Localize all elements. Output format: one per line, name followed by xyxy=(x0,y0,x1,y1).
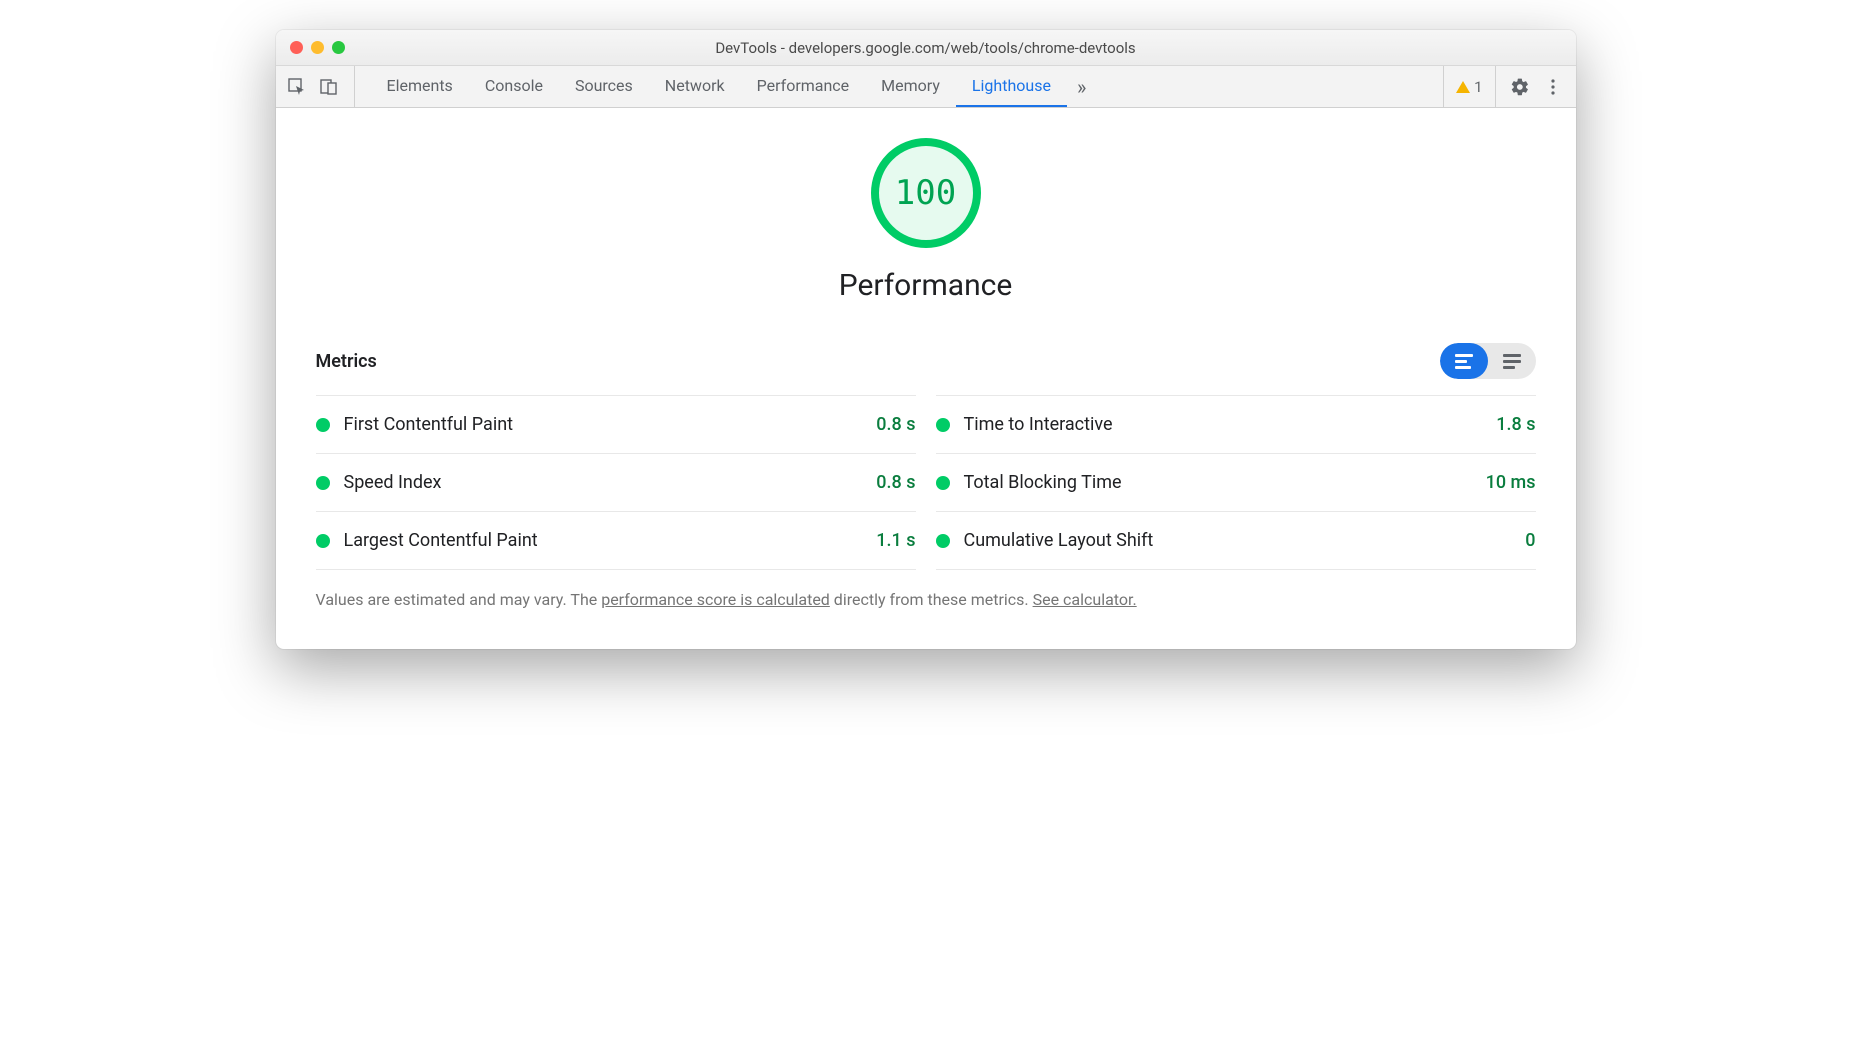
more-icon[interactable] xyxy=(1544,78,1562,96)
metric-row: Time to Interactive 1.8 s xyxy=(936,395,1536,453)
metric-row: Cumulative Layout Shift 0 xyxy=(936,511,1536,570)
panel-tabs: Elements Console Sources Network Perform… xyxy=(371,66,1097,107)
metric-name: Cumulative Layout Shift xyxy=(964,530,1512,551)
window-controls xyxy=(276,41,345,54)
metrics-view-toggle xyxy=(1440,343,1536,379)
titlebar: DevTools - developers.google.com/web/too… xyxy=(276,30,1576,66)
device-toggle-icon[interactable] xyxy=(318,76,340,98)
tab-memory[interactable]: Memory xyxy=(865,66,956,107)
metric-name: Time to Interactive xyxy=(964,414,1483,435)
minimize-window-button[interactable] xyxy=(311,41,324,54)
maximize-window-button[interactable] xyxy=(332,41,345,54)
status-dot-icon xyxy=(936,476,950,490)
score-value: 100 xyxy=(895,173,956,213)
metric-row: Total Blocking Time 10 ms xyxy=(936,453,1536,511)
warnings-count: 1 xyxy=(1474,78,1482,96)
metric-name: Speed Index xyxy=(344,472,863,493)
metric-row: First Contentful Paint 0.8 s xyxy=(316,395,916,453)
status-dot-icon xyxy=(316,476,330,490)
footnote-text: directly from these metrics. xyxy=(830,590,1033,609)
status-dot-icon xyxy=(316,418,330,432)
metric-name: First Contentful Paint xyxy=(344,414,863,435)
expanded-bars-icon xyxy=(1503,354,1521,369)
devtools-toolbar: Elements Console Sources Network Perform… xyxy=(276,66,1576,108)
view-toggle-compact[interactable] xyxy=(1440,343,1488,379)
metric-value: 0.8 s xyxy=(876,414,915,435)
footnote-link-calculator[interactable]: See calculator. xyxy=(1033,590,1137,609)
metrics-header: Metrics xyxy=(316,343,1536,379)
metric-value: 1.8 s xyxy=(1496,414,1535,435)
status-dot-icon xyxy=(936,418,950,432)
tab-sources[interactable]: Sources xyxy=(559,66,649,107)
toolbar-right: 1 xyxy=(1443,66,1565,107)
tab-performance[interactable]: Performance xyxy=(741,66,866,107)
lighthouse-report: 100 Performance Metrics First Contentful… xyxy=(276,108,1576,649)
footnote-link-score[interactable]: performance score is calculated xyxy=(601,590,830,609)
metric-value: 1.1 s xyxy=(876,530,915,551)
compact-bars-icon xyxy=(1455,354,1473,369)
footnote-text: Values are estimated and may vary. The xyxy=(316,590,602,609)
metric-row: Speed Index 0.8 s xyxy=(316,453,916,511)
tab-console[interactable]: Console xyxy=(469,66,559,107)
score-gauge: 100 Performance xyxy=(316,138,1536,303)
metric-value: 10 ms xyxy=(1486,472,1536,493)
metric-row: Largest Contentful Paint 1.1 s xyxy=(316,511,916,570)
metric-name: Largest Contentful Paint xyxy=(344,530,863,551)
devtools-window: DevTools - developers.google.com/web/too… xyxy=(276,30,1576,649)
metric-value: 0 xyxy=(1525,530,1535,551)
metrics-grid: First Contentful Paint 0.8 s Time to Int… xyxy=(316,395,1536,570)
view-toggle-expanded[interactable] xyxy=(1488,343,1536,379)
status-dot-icon xyxy=(936,534,950,548)
status-dot-icon xyxy=(316,534,330,548)
metrics-footnote: Values are estimated and may vary. The p… xyxy=(316,590,1536,609)
category-title: Performance xyxy=(839,268,1013,303)
settings-icon[interactable] xyxy=(1510,77,1530,97)
inspect-element-icon[interactable] xyxy=(286,76,308,98)
close-window-button[interactable] xyxy=(290,41,303,54)
metrics-heading: Metrics xyxy=(316,351,377,372)
window-title: DevTools - developers.google.com/web/too… xyxy=(276,39,1576,57)
toolbar-left-icons xyxy=(286,66,355,107)
score-circle: 100 xyxy=(871,138,981,248)
tab-network[interactable]: Network xyxy=(649,66,741,107)
metric-value: 0.8 s xyxy=(876,472,915,493)
metric-name: Total Blocking Time xyxy=(964,472,1472,493)
tab-lighthouse[interactable]: Lighthouse xyxy=(956,66,1067,107)
tab-elements[interactable]: Elements xyxy=(371,66,469,107)
warning-icon xyxy=(1456,81,1470,93)
tabs-overflow-icon[interactable]: » xyxy=(1067,66,1096,107)
warnings-badge[interactable]: 1 xyxy=(1443,66,1495,107)
